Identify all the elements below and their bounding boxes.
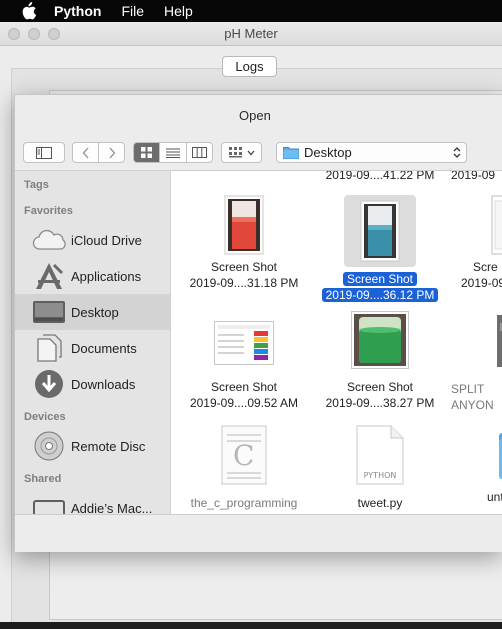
arrange-button[interactable]	[221, 142, 262, 163]
sidebar-item-label: Applications	[71, 268, 142, 284]
file-item[interactable]: SPLIT ANYON	[451, 315, 502, 413]
list-view-button[interactable]	[159, 143, 185, 162]
file-item[interactable]: Screen Shot 2019-09....31.18 PM	[177, 195, 311, 291]
svg-text:C: C	[233, 439, 254, 472]
chevron-down-icon	[247, 150, 254, 155]
file-date: 2019-09....38.27 PM	[325, 396, 435, 410]
dialog-title: Open	[239, 108, 271, 123]
sidebar-header-devices: Devices	[24, 411, 66, 423]
menu-help[interactable]: Help	[164, 0, 193, 22]
file-item[interactable]: Screen Shot 2019-09....09.52 AM	[177, 321, 311, 411]
view-mode-group	[133, 142, 213, 163]
computer-icon	[31, 492, 67, 514]
sidebar-item-remote-disc[interactable]: Remote Disc	[15, 428, 170, 464]
python-file-icon: PYTHON	[356, 425, 404, 485]
sidebar-item-downloads[interactable]: Downloads	[15, 366, 170, 402]
columns-icon	[191, 147, 207, 158]
document-thumbnail	[491, 195, 502, 255]
folder-icon	[283, 147, 299, 159]
file-item-selected[interactable]: Screen Shot 2019-09....36.12 PM	[313, 195, 447, 303]
desktop-icon	[31, 296, 67, 328]
file-name: SPLIT	[451, 382, 485, 396]
sidebar-toggle-button[interactable]	[23, 142, 65, 163]
file-date: 2019-09....09.52 AM	[189, 396, 299, 410]
menu-bar: Python File Help	[0, 0, 502, 22]
image-thumbnail-table	[214, 321, 274, 365]
menu-app-name[interactable]: Python	[54, 0, 101, 22]
file-item[interactable]: unti	[451, 425, 502, 505]
desktop-background-strip	[0, 622, 502, 629]
chevron-left-icon	[82, 147, 89, 158]
file-name: Screen Shot	[313, 271, 447, 287]
sidebar-item-documents[interactable]: Documents	[15, 330, 170, 366]
apple-icon[interactable]	[19, 2, 37, 20]
file-date: 2019-09	[461, 276, 502, 290]
applications-icon	[31, 260, 67, 292]
sidebar-item-label: Desktop	[71, 304, 119, 320]
pdf-thumbnail-c-book: C	[221, 425, 267, 485]
chevron-right-icon	[108, 147, 115, 158]
image-thumbnail-red-liquid	[224, 195, 264, 255]
file-item[interactable]: C the_c_programming	[177, 425, 311, 511]
sidebar-item-label: Remote Disc	[71, 438, 146, 454]
dialog-footer	[15, 514, 502, 552]
sidebar-icon	[36, 146, 52, 159]
list-icon	[165, 148, 180, 158]
sidebar-item-icloud-drive[interactable]: iCloud Drive	[15, 222, 170, 258]
sidebar-item-applications[interactable]: Applications	[15, 258, 170, 294]
documents-icon	[31, 332, 67, 364]
cloud-icon	[31, 224, 67, 256]
menu-file[interactable]: File	[121, 0, 144, 22]
dialog-toolbar: Desktop	[15, 135, 502, 171]
back-button[interactable]	[73, 143, 98, 162]
window-titlebar: pH Meter	[0, 22, 502, 46]
sidebar-item-label: iCloud Drive	[71, 232, 142, 248]
open-dialog: Open Desktop Tags Favorites iCloud Drive…	[14, 94, 502, 552]
image-thumbnail-blue-liquid	[344, 195, 416, 267]
up-down-chevron-icon	[453, 147, 461, 158]
sidebar-header-favorites: Favorites	[24, 205, 73, 217]
file-date: 2019-09....36.12 PM	[313, 287, 447, 303]
sidebar-item-desktop[interactable]: Desktop	[15, 294, 170, 330]
pdf-thumbnail	[497, 315, 502, 367]
sidebar-header-tags: Tags	[24, 179, 49, 191]
sidebar-item-label: Documents	[71, 340, 137, 356]
file-date: ANYON	[451, 398, 494, 412]
sidebar-header-shared: Shared	[24, 473, 62, 485]
file-name: the_c_programming	[190, 496, 298, 510]
file-name: tweet.py	[357, 496, 403, 510]
file-name: Screen Shot	[210, 260, 278, 274]
location-popup[interactable]: Desktop	[276, 142, 467, 163]
sidebar: Tags Favorites iCloud Drive Applications…	[15, 171, 171, 514]
grid-icon	[141, 147, 153, 158]
disc-icon	[31, 430, 67, 462]
python-badge: PYTHON	[364, 471, 397, 480]
location-label: Desktop	[304, 145, 352, 160]
file-item[interactable]: PYTHON tweet.py	[313, 425, 447, 511]
sidebar-item-label: Addie’s Mac...	[71, 500, 153, 515]
logs-button[interactable]: Logs	[222, 56, 277, 77]
window-title: pH Meter	[224, 26, 278, 41]
file-name: Screen Shot	[210, 380, 278, 394]
file-item[interactable]: Scre 2019-09	[451, 195, 502, 291]
sidebar-item-label: Downloads	[71, 376, 136, 392]
forward-button[interactable]	[98, 143, 124, 162]
file-item[interactable]: Screen Shot 2019-09....38.27 PM	[313, 311, 447, 411]
file-name: Scre	[473, 260, 498, 274]
icon-view-button[interactable]	[134, 143, 160, 162]
file-date: 2019-09....41.22 PM	[325, 171, 435, 182]
file-name: unti	[487, 490, 502, 504]
column-view-button[interactable]	[185, 143, 212, 162]
downloads-icon	[31, 368, 67, 400]
file-item[interactable]: 2019-09	[451, 171, 502, 183]
file-name: Screen Shot	[346, 380, 414, 394]
file-date: 2019-09	[451, 171, 496, 182]
arrange-grid-icon	[228, 147, 242, 158]
sidebar-item-shared-mac[interactable]: Addie’s Mac...	[15, 490, 170, 514]
file-item[interactable]: 2019-09....41.22 PM	[313, 171, 447, 183]
file-date: 2019-09....31.18 PM	[189, 276, 299, 290]
file-browser: 2019-09....41.22 PM 2019-09 Screen Shot …	[171, 171, 502, 514]
back-forward-group	[72, 142, 125, 163]
image-thumbnail-green-liquid	[351, 311, 409, 369]
